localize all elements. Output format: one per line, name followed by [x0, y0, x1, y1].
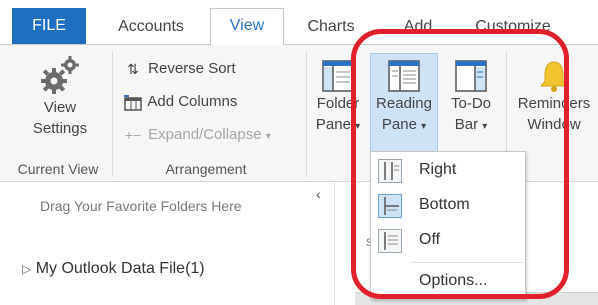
sort-arrows-icon: ⇅ — [127, 61, 139, 77]
tab-file[interactable]: FILE — [12, 8, 86, 44]
reading-pane-button[interactable]: Reading Pane ▾ — [370, 59, 438, 137]
folder-pane-label-line2: Pane — [315, 116, 351, 133]
expand-collapse-icon: +− — [124, 127, 142, 143]
group-divider — [306, 51, 307, 177]
reading-pane-label-line1: Reading — [376, 95, 432, 112]
tab-charts[interactable]: Charts — [290, 10, 372, 44]
reading-pane-label-line2: Pane — [381, 116, 417, 133]
group-label-current-view: Current View — [17, 161, 99, 177]
bell-icon — [537, 59, 571, 93]
outlook-data-file-folder[interactable]: ▷ My Outlook Data File(1) — [22, 260, 205, 278]
tab-customize[interactable]: Customize — [458, 10, 568, 44]
add-columns-button[interactable]: Add Columns — [122, 90, 237, 114]
reading-pane-right-icon — [378, 159, 402, 183]
chevron-down-icon: ▾ — [355, 121, 361, 132]
chevron-down-icon: ▾ — [265, 131, 271, 142]
view-settings-label-line2: Settings — [32, 120, 88, 137]
reading-pane-option-right[interactable]: Right — [371, 154, 525, 188]
reading-pane-option-right-label: Right — [419, 161, 457, 178]
collapse-pane-chevron-icon[interactable]: ‹ — [316, 186, 321, 202]
expand-collapse-button[interactable]: +− Expand/Collapse ▾ — [122, 123, 271, 147]
expand-collapse-label: Expand/Collapse — [148, 126, 262, 143]
folder-pane-icon — [321, 59, 355, 93]
folder-pane-button[interactable]: Folder Pane ▾ — [310, 59, 366, 137]
reading-pane-bottom-icon — [378, 194, 402, 218]
reverse-sort-label: Reverse Sort — [148, 60, 236, 77]
reading-pane-option-off-label: Off — [419, 231, 441, 248]
todo-bar-icon — [454, 59, 488, 93]
todo-bar-label-line2: Bar — [454, 116, 479, 133]
reading-pane-dropdown: Right Bottom Off Options... — [370, 151, 526, 299]
view-settings-button[interactable]: View Settings — [14, 53, 106, 139]
group-divider — [112, 51, 113, 177]
reminders-window-label-line2: Window — [527, 116, 581, 133]
todo-bar-label-line1: To-Do — [450, 95, 491, 112]
data-file-label: My Outlook Data File(1) — [35, 260, 205, 277]
reminders-window-button[interactable]: Reminders Window — [510, 59, 598, 135]
tab-add[interactable]: Add — [378, 10, 458, 44]
tab-accounts[interactable]: Accounts — [96, 10, 206, 44]
reading-pane-options[interactable]: Options... — [371, 265, 525, 299]
reading-pane-off-icon — [378, 229, 402, 253]
favorites-hint: Drag Your Favorite Folders Here — [40, 198, 242, 214]
group-label-arrangement: Arrangement — [165, 161, 247, 177]
ribbon-tab-bar: FILE Accounts View Charts Add Customize — [0, 0, 598, 45]
add-columns-label: Add Columns — [147, 93, 238, 110]
expand-triangle-icon[interactable]: ▷ — [22, 262, 31, 276]
todo-bar-button[interactable]: To-Do Bar ▾ — [440, 59, 502, 137]
menu-separator — [411, 262, 523, 263]
reading-pane-options-label: Options... — [419, 272, 488, 289]
reminders-window-label-line1: Reminders — [517, 95, 591, 112]
gear-icon — [38, 53, 82, 97]
reading-pane-option-off[interactable]: Off — [371, 224, 525, 258]
reading-pane-option-bottom-label: Bottom — [419, 196, 470, 213]
reading-pane-option-bottom[interactable]: Bottom — [371, 189, 525, 223]
chevron-down-icon: ▾ — [421, 121, 427, 132]
reading-pane-icon — [387, 59, 421, 93]
tab-view[interactable]: View — [210, 8, 284, 45]
add-columns-icon — [122, 90, 144, 114]
chevron-down-icon: ▾ — [482, 121, 488, 132]
folder-pane-label-line1: Folder — [316, 95, 360, 112]
pane-divider[interactable] — [334, 183, 335, 305]
view-settings-label-line1: View — [43, 99, 77, 116]
reverse-sort-button[interactable]: ⇅ Reverse Sort — [122, 57, 236, 81]
